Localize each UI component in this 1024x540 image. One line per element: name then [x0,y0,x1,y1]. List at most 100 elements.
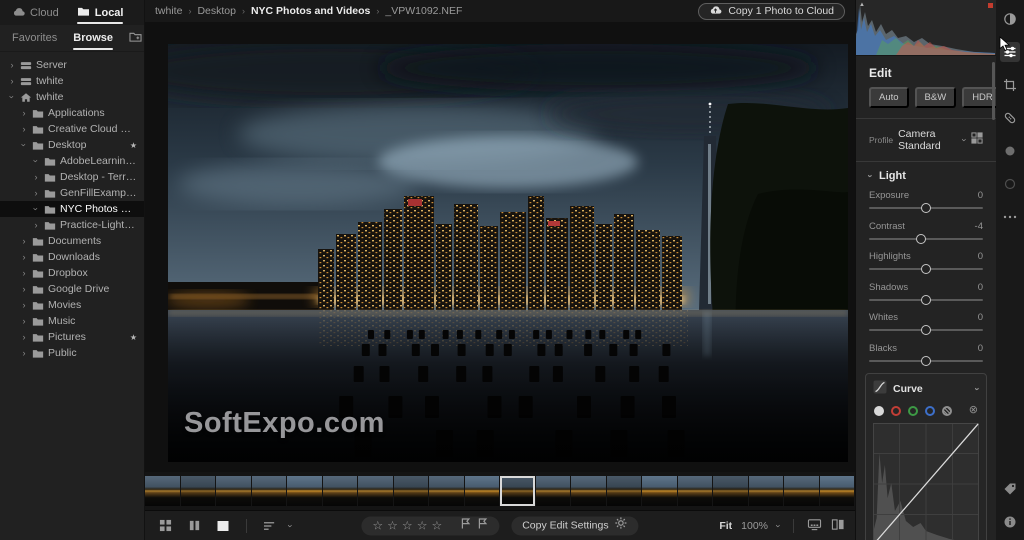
rating-star-icon[interactable]: ☆ [387,520,398,532]
panel-scrollbar[interactable] [992,62,995,120]
tree-item-downloads[interactable]: › Downloads [0,249,144,265]
chevron-right-icon[interactable]: › [8,61,16,70]
tab-cloud[interactable]: Cloud [12,0,59,25]
tree-item-public[interactable]: › Public [0,345,144,361]
tree-item-server[interactable]: › Server [0,57,144,73]
hdr-button[interactable]: HDR [962,87,996,108]
tree-item-pictures[interactable]: › Pictures ★ [0,329,144,345]
tree-item-twhite[interactable]: › twhite [0,73,144,89]
photo-nyc-skyline[interactable]: SoftExpo.com [168,44,848,462]
slider-track[interactable] [869,264,983,274]
profile-row[interactable]: Profile Camera Standard › [856,119,996,161]
chevron-right-icon[interactable]: › [32,173,40,182]
thumbnail[interactable] [393,476,428,506]
breadcrumb-item[interactable]: NYC Photos and Videos [251,5,370,17]
breadcrumb-item[interactable]: Desktop [197,5,236,17]
grid-view-icon[interactable] [155,516,175,536]
add-folder-icon[interactable] [129,31,142,46]
slider-knob[interactable] [921,203,931,213]
thumbnail[interactable] [358,476,393,506]
healing-brush-icon[interactable] [1000,108,1020,128]
rating-star-icon[interactable]: ☆ [402,520,413,532]
bw-button[interactable]: B&W [914,87,957,108]
thumbnail[interactable] [784,476,819,506]
masking-icon[interactable] [1000,141,1020,161]
info-icon[interactable] [1000,512,1020,532]
keywords-tag-icon[interactable] [1000,479,1020,499]
light-section-header[interactable]: › Light [856,162,996,190]
tab-browse[interactable]: Browse [73,25,113,51]
slider-knob[interactable] [916,233,927,244]
thumbnail[interactable] [145,476,180,506]
crop-icon[interactable] [1000,75,1020,95]
channel-luminance[interactable] [874,405,884,416]
thumbnail[interactable] [216,476,251,506]
zoom-chevron-icon[interactable]: › [774,524,784,527]
slider-track[interactable] [869,233,983,244]
chevron-down-icon[interactable]: › [19,141,29,149]
channel-point-curve[interactable] [942,405,952,416]
pick-flag-icon[interactable] [460,517,471,535]
shadow-clipping-icon[interactable]: ▲ [859,2,865,8]
tree-item-twhite[interactable]: › twhite [0,89,144,105]
chevron-down-icon[interactable]: › [31,157,41,165]
curve-reset-icon[interactable]: ⊗ [969,405,978,416]
slider-track[interactable] [869,294,983,305]
thumbnail[interactable] [819,476,854,506]
curve-header[interactable]: Curve › [873,380,983,397]
chevron-down-icon[interactable]: › [31,205,41,213]
tree-item-movies[interactable]: › Movies [0,297,144,313]
tree-item-practice-lightro-[interactable]: › Practice-Lightro… [0,217,144,233]
auto-button[interactable]: Auto [869,87,909,108]
channel-blue[interactable] [925,405,935,416]
chevron-right-icon[interactable]: › [32,221,40,230]
thumbnail[interactable] [571,476,606,506]
thumbnail[interactable] [713,476,748,506]
chevron-right-icon[interactable]: › [20,333,28,342]
tree-item-creative-cloud-files[interactable]: › Creative Cloud Files [0,121,144,137]
tab-favorites[interactable]: Favorites [12,25,57,51]
thumbnail[interactable] [748,476,783,506]
histogram[interactable]: ▲ [856,0,996,56]
tree-item-dropbox[interactable]: › Dropbox [0,265,144,281]
tree-item-desktop[interactable]: › Desktop ★ [0,137,144,153]
tree-item-nyc-photos-an-[interactable]: › NYC Photos an… [0,201,144,217]
highlight-clipping-icon[interactable] [988,3,993,8]
slider-track[interactable] [869,203,983,213]
thumbnail[interactable] [535,476,570,506]
chevron-right-icon[interactable]: › [32,189,40,198]
tree-item-documents[interactable]: › Documents [0,233,144,249]
two-up-view-icon[interactable] [184,516,204,536]
edit-sliders-icon[interactable] [1000,42,1020,62]
sort-chevron-icon[interactable]: › [286,524,296,527]
tab-local[interactable]: Local [76,0,123,25]
chevron-right-icon[interactable]: › [20,109,28,118]
tree-item-genfillexample-[interactable]: › GenFillExample… [0,185,144,201]
rating-star-icon[interactable]: ☆ [417,520,428,532]
curve-chevron-icon[interactable]: › [973,387,983,390]
thumbnail[interactable] [642,476,677,506]
chevron-right-icon[interactable]: › [20,253,28,262]
breadcrumb-item[interactable]: twhite [155,5,182,17]
reject-flag-icon[interactable] [477,517,488,535]
slider-track[interactable] [869,325,983,335]
chevron-right-icon[interactable]: › [20,349,28,358]
slider-knob[interactable] [921,264,931,274]
rating-star-icon[interactable]: ☆ [431,520,442,532]
thumbnail[interactable] [251,476,286,506]
tree-item-applications[interactable]: › Applications [0,105,144,121]
copy-edit-settings-button[interactable]: Copy Edit Settings [511,516,639,535]
gear-icon[interactable] [615,517,628,535]
thumbnail[interactable] [677,476,712,506]
sort-icon[interactable] [260,516,280,536]
chevron-right-icon[interactable]: › [20,301,28,310]
fit-label[interactable]: Fit [719,520,732,532]
copy-to-cloud-button[interactable]: Copy 1 Photo to Cloud [698,2,845,20]
chevron-right-icon[interactable]: › [20,317,28,326]
thumbnail[interactable] [322,476,357,506]
chevron-down-icon[interactable]: › [7,93,17,101]
thumbnail[interactable] [287,476,322,506]
before-after-icon[interactable] [831,518,845,534]
presentation-icon[interactable] [807,518,822,534]
profile-browser-icon[interactable] [971,131,983,149]
